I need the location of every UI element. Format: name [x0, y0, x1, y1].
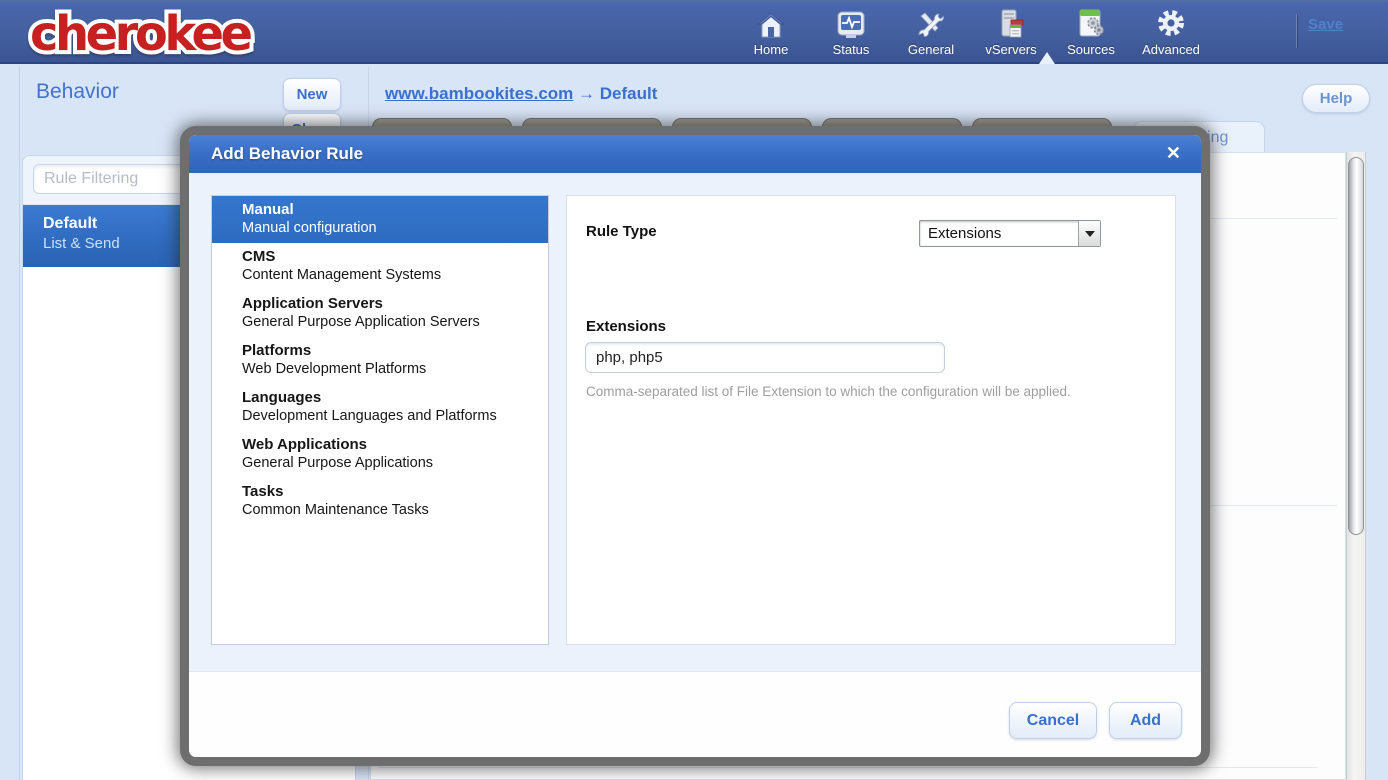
cherokee-logo[interactable]: cherokee — [24, 4, 294, 67]
vertical-scrollbar[interactable] — [1346, 152, 1366, 780]
page-title: Behavior — [36, 80, 119, 104]
extensions-help-text: Comma-separated list of File Extension t… — [586, 384, 1156, 399]
chevron-down-icon — [1085, 231, 1095, 237]
server-icon — [996, 8, 1026, 40]
navbar-divider — [1296, 14, 1297, 48]
svg-text:cherokee: cherokee — [30, 6, 252, 62]
status-monitor-icon — [835, 8, 867, 40]
tools-icon — [916, 8, 946, 40]
nav-item-home[interactable]: Home — [742, 8, 800, 57]
category-title: Tasks — [242, 483, 540, 501]
rule-type-select[interactable]: Extensions — [919, 220, 1101, 247]
add-behavior-rule-dialog: Add Behavior Rule ✕ Manual Manual config… — [180, 126, 1210, 766]
extensions-label: Extensions — [586, 318, 666, 335]
add-button[interactable]: Add — [1109, 702, 1182, 739]
nav-item-advanced[interactable]: Advanced — [1142, 8, 1200, 57]
help-button[interactable]: Help — [1302, 84, 1370, 113]
category-title: Web Applications — [242, 436, 540, 454]
category-subtitle: Manual configuration — [242, 219, 540, 237]
category-subtitle: Common Maintenance Tasks — [242, 501, 540, 519]
category-title: Platforms — [242, 342, 540, 360]
category-subtitle: Development Languages and Platforms — [242, 407, 540, 425]
new-rule-button[interactable]: New — [283, 78, 341, 111]
rule-category-list: Manual Manual configuration CMS Content … — [211, 195, 549, 645]
category-subtitle: General Purpose Applications — [242, 454, 540, 472]
category-title: Languages — [242, 389, 540, 407]
category-item-tasks[interactable]: Tasks Common Maintenance Tasks — [212, 478, 548, 525]
gear-icon — [1155, 8, 1187, 40]
category-item-web-applications[interactable]: Web Applications General Purpose Applica… — [212, 431, 548, 478]
category-item-manual[interactable]: Manual Manual configuration — [212, 196, 548, 243]
manual-rule-form: Rule Type Extensions Extensions Comma-se… — [566, 195, 1176, 645]
breadcrumb: www.bambookites.com → Default — [385, 84, 657, 104]
breadcrumb-separator: → — [578, 84, 595, 103]
breadcrumb-current: Default — [600, 84, 658, 103]
category-subtitle: Web Development Platforms — [242, 360, 540, 378]
category-item-platforms[interactable]: Platforms Web Development Platforms — [212, 337, 548, 384]
home-icon — [756, 8, 786, 40]
rule-type-selected-value: Extensions — [920, 225, 1078, 242]
nav-label: vServers — [985, 42, 1036, 57]
breadcrumb-vserver-link[interactable]: www.bambookites.com — [385, 84, 573, 103]
nav-label: General — [908, 42, 954, 57]
dialog-header: Add Behavior Rule ✕ — [189, 135, 1201, 173]
content-divider — [379, 767, 1317, 768]
extensions-input[interactable] — [585, 342, 945, 373]
nav-item-sources[interactable]: Sources — [1062, 8, 1120, 57]
sources-window-icon — [1076, 8, 1106, 40]
dialog-title: Add Behavior Rule — [189, 144, 363, 164]
category-subtitle: General Purpose Application Servers — [242, 313, 540, 331]
category-item-languages[interactable]: Languages Development Languages and Plat… — [212, 384, 548, 431]
nav-label: Status — [833, 42, 870, 57]
nav-label: Sources — [1067, 42, 1115, 57]
dialog-footer: Cancel Add — [189, 671, 1201, 757]
select-dropdown-button[interactable] — [1078, 221, 1100, 246]
category-item-application-servers[interactable]: Application Servers General Purpose Appl… — [212, 290, 548, 337]
cancel-button[interactable]: Cancel — [1009, 702, 1097, 739]
nav-menu: Home Status — [742, 8, 1200, 57]
nav-label: Home — [754, 42, 789, 57]
nav-item-general[interactable]: General — [902, 8, 960, 57]
category-subtitle: Content Management Systems — [242, 266, 540, 284]
nav-item-vservers[interactable]: vServers — [982, 8, 1040, 57]
category-title: CMS — [242, 248, 540, 266]
cherokee-admin-app: cherokee Home — [0, 0, 1388, 780]
top-navbar: cherokee Home — [0, 0, 1388, 64]
category-title: Manual — [242, 201, 540, 219]
save-button[interactable]: Save — [1308, 16, 1343, 33]
rule-type-label: Rule Type — [586, 223, 657, 240]
scrollbar-thumb[interactable] — [1348, 157, 1364, 535]
close-icon[interactable]: ✕ — [1166, 142, 1181, 164]
category-title: Application Servers — [242, 295, 540, 313]
left-edge-divider — [19, 66, 20, 780]
active-section-indicator — [1039, 52, 1055, 64]
category-item-cms[interactable]: CMS Content Management Systems — [212, 243, 548, 290]
nav-item-status[interactable]: Status — [822, 8, 880, 57]
nav-label: Advanced — [1142, 42, 1200, 57]
